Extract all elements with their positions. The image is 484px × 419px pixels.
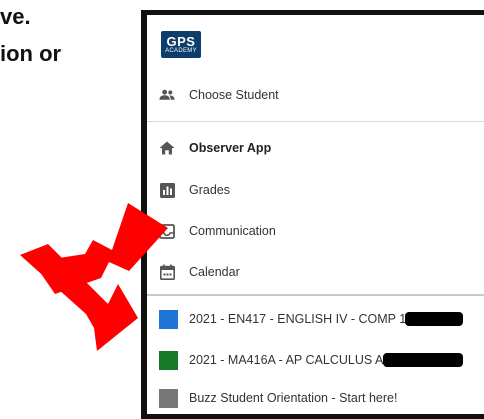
annotation-arrows [20,203,168,351]
